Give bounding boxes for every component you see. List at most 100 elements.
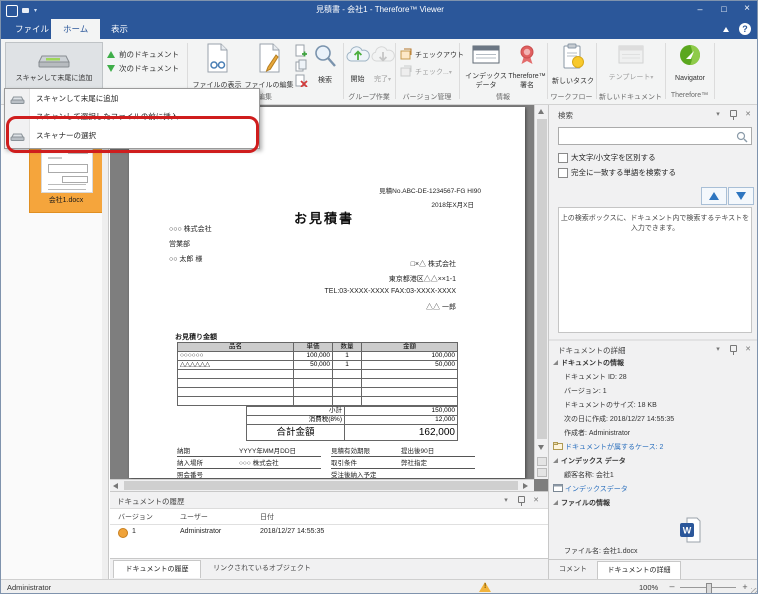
history-row[interactable]: 1 Administrator 2018/12/27 14:55:35 <box>110 526 548 540</box>
start-button[interactable]: 開始 <box>345 45 370 85</box>
close-button[interactable]: × <box>736 1 758 19</box>
template-button[interactable]: テンプレート <box>601 45 661 83</box>
navigator-label: Navigator <box>675 75 705 84</box>
tab-home[interactable]: ホーム <box>51 19 100 39</box>
scroll-right-icon[interactable] <box>523 483 528 489</box>
group-label-workflow: ワークフロー <box>547 92 596 102</box>
h-scrollbar-thumb[interactable] <box>124 481 518 490</box>
resize-grip[interactable] <box>751 588 757 594</box>
minimize-button[interactable]: – <box>689 1 711 19</box>
search-input-magnifier-icon[interactable] <box>736 130 748 148</box>
details-panel-pin-icon[interactable] <box>727 344 739 355</box>
scroll-up-icon[interactable] <box>538 109 544 114</box>
details-panel-menu-icon[interactable] <box>712 344 724 355</box>
doc-items-table: 品名 単価 数量 金額 ○○○○○○100,000 1100,000 △△△△△… <box>177 342 458 406</box>
expand-icon[interactable] <box>553 360 558 365</box>
tab-history[interactable]: ドキュメントの履歴 <box>113 560 201 578</box>
scrollbar-thumb[interactable] <box>537 119 547 439</box>
cloud-up-icon <box>345 45 371 70</box>
details-panel-close-icon[interactable] <box>742 344 754 355</box>
svg-text:W: W <box>683 526 692 536</box>
zoom-slider-thumb[interactable] <box>706 583 712 594</box>
tab-document-details[interactable]: ドキュメントの詳細 <box>597 561 681 579</box>
start-label: 開始 <box>351 76 365 85</box>
history-panel-close-icon[interactable] <box>530 495 542 506</box>
details-case-link[interactable]: ドキュメントが属するケース: 2 <box>565 444 663 451</box>
zoom-in-button[interactable]: + <box>740 582 750 592</box>
details-created: 次の日に作成: 2018/12/27 14:55:35 <box>553 413 756 427</box>
search-input-wrap <box>558 127 752 145</box>
history-col-version[interactable]: バージョン <box>118 512 153 522</box>
search-panel-pin-icon[interactable] <box>727 109 739 120</box>
details-indexdata-link[interactable]: インデックスデータ <box>565 486 628 493</box>
details-tree: ドキュメントの情報 ドキュメント ID: 28 バージョン: 1 ドキュメントの… <box>553 357 756 511</box>
maximize-button[interactable]: □ <box>713 1 735 19</box>
search-panel-title: 検索 <box>558 110 573 121</box>
scroll-left-icon[interactable] <box>113 483 118 489</box>
thumbnail-scrollbar[interactable] <box>102 105 108 579</box>
history-col-date[interactable]: 日付 <box>260 512 274 522</box>
search-panel-menu-icon[interactable] <box>712 109 724 120</box>
history-tab-bar: ドキュメントの履歴 リンクされているオブジェクト <box>110 558 548 580</box>
checkout-button[interactable]: チェックアウト <box>400 48 464 62</box>
vertical-scrollbar[interactable] <box>534 105 548 479</box>
navigator-button[interactable]: Navigator <box>669 44 711 84</box>
collapse-ribbon-icon[interactable] <box>723 27 729 32</box>
file-view-button[interactable]: ファイルの表示 <box>191 43 243 91</box>
case-sensitive-checkbox[interactable] <box>558 153 568 163</box>
history-panel-menu-icon[interactable] <box>500 495 512 506</box>
scan-append-button[interactable]: スキャンして末尾に追加 <box>5 42 103 94</box>
delete-page-button[interactable] <box>295 74 308 92</box>
details-customer: 顧客名称: 会社1 <box>553 469 756 483</box>
group-label-newdoc: 新しいドキュメント <box>596 92 665 102</box>
history-list: バージョン ユーザー 日付 1 Administrator 2018/12/27… <box>110 508 548 559</box>
window-title: 見積書 - 会社1 - Therefore™ Viewer <box>1 1 758 19</box>
tab-linked-objects[interactable]: リンクされているオブジェクト <box>203 560 321 578</box>
tab-comments[interactable]: コメント <box>551 561 595 579</box>
details-version: バージョン: 1 <box>553 385 756 399</box>
scroll-down-icon[interactable] <box>538 445 544 450</box>
zoom-out-button[interactable]: – <box>667 582 677 592</box>
history-row-user: Administrator <box>180 528 221 535</box>
index-data-label-1: インデックス <box>465 73 507 82</box>
doc-issuer-address: 東京都港区△△××1-1 <box>256 274 456 284</box>
index-icon <box>553 484 563 498</box>
thumbnail-label: 会社1.docx <box>30 195 102 205</box>
next-document-label: 次のドキュメント <box>119 63 179 74</box>
finish-button[interactable]: 完了 <box>370 45 395 85</box>
history-col-user[interactable]: ユーザー <box>180 512 208 522</box>
therefore-sign-button[interactable]: Therefore™ 署名 <box>509 44 545 90</box>
help-icon[interactable]: ? <box>739 23 751 35</box>
finish-label: 完了 <box>374 76 391 85</box>
word-file-icon[interactable]: W <box>679 517 701 548</box>
index-data-button[interactable]: インデックス データ <box>463 45 509 90</box>
find-next-button[interactable] <box>728 187 754 205</box>
menu-item-scan-append[interactable]: スキャンして末尾に追加 <box>5 90 259 108</box>
tab-view[interactable]: 表示 <box>99 19 140 39</box>
expand-icon[interactable] <box>553 500 558 505</box>
find-prev-icon <box>709 192 719 200</box>
file-edit-button[interactable]: ファイルの編集 <box>243 43 295 91</box>
split-button-2[interactable] <box>537 468 547 477</box>
expand-icon[interactable] <box>553 458 558 463</box>
find-button[interactable]: 検索 <box>309 43 341 86</box>
document-page[interactable]: 見積No.ABC-DE-1234567-FG HI90 2018年X月X日 お見… <box>129 107 525 478</box>
new-task-button[interactable]: 新しいタスク <box>551 43 595 87</box>
checkin-button[interactable]: チェック... <box>400 65 452 79</box>
search-input[interactable] <box>561 129 737 144</box>
zoom-slider[interactable] <box>680 587 736 588</box>
horizontal-scrollbar[interactable] <box>110 479 534 491</box>
right-dock: 検索 大文字/小文字を区別する 完全に一致する単語を検索する 上の検索ボックスに… <box>548 105 758 579</box>
table-row <box>178 397 458 406</box>
warning-icon[interactable] <box>479 582 491 592</box>
thumbnail-pane: 会社1.docx <box>1 105 109 579</box>
details-author: 作成者: Administrator <box>553 427 756 441</box>
status-bar: Administrator 100% – + <box>1 579 758 594</box>
search-panel-close-icon[interactable] <box>742 109 754 120</box>
find-previous-button[interactable] <box>701 187 727 205</box>
history-panel-pin-icon[interactable] <box>515 495 527 506</box>
split-button-1[interactable] <box>537 457 547 466</box>
next-document-button[interactable]: 次のドキュメント <box>107 63 179 74</box>
prev-document-button[interactable]: 前のドキュメント <box>107 49 179 60</box>
whole-word-checkbox[interactable] <box>558 168 568 178</box>
